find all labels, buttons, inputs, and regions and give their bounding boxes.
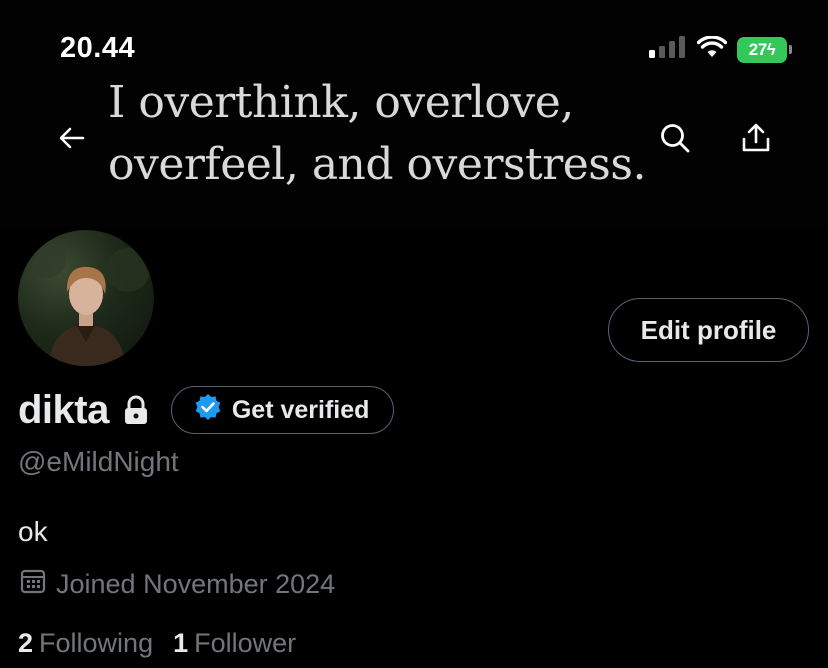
avatar-image: [30, 242, 150, 366]
follow-stats: 2 Following 1 Follower: [18, 628, 296, 659]
profile-handle: @eMildNight: [18, 446, 179, 477]
search-icon: [659, 122, 691, 159]
profile-bio: ok: [18, 516, 48, 547]
name-row: dikta Get verified: [18, 386, 395, 434]
profile-screen: I overthink, overlove, overfeel, and ove…: [0, 0, 828, 668]
arrow-left-icon: [58, 124, 86, 157]
get-verified-label: Get verified: [231, 395, 370, 424]
battery-percent: 27: [748, 39, 767, 59]
lock-icon: [123, 395, 149, 425]
following-count: 2: [18, 628, 34, 658]
get-verified-button[interactable]: Get verified: [170, 386, 395, 434]
share-icon: [741, 122, 771, 159]
following-label: Following: [39, 628, 154, 658]
followers-count: 1: [173, 628, 189, 658]
status-icons: 27 ϟ: [649, 35, 792, 63]
following-link[interactable]: 2 Following: [18, 628, 153, 659]
wifi-icon: [696, 35, 728, 63]
battery-tip: [789, 45, 792, 54]
calendar-icon: [20, 568, 46, 601]
display-name: dikta: [18, 387, 109, 432]
cellular-signal-icon: [649, 36, 687, 63]
battery-level: 27 ϟ: [737, 36, 787, 63]
share-button[interactable]: [732, 116, 780, 164]
edit-profile-button[interactable]: Edit profile: [608, 298, 809, 362]
avatar[interactable]: [14, 226, 158, 370]
back-button[interactable]: [48, 116, 96, 164]
battery-icon: 27 ϟ: [737, 36, 792, 63]
joined-label: Joined November 2024: [56, 569, 336, 599]
charging-bolt-icon: ϟ: [766, 39, 776, 59]
followers-link[interactable]: 1 Follower: [173, 628, 296, 659]
banner-quote: I overthink, overlove, overfeel, and ove…: [108, 77, 646, 190]
verified-badge-icon: [194, 393, 222, 428]
joined-date: Joined November 2024: [20, 568, 335, 601]
search-button[interactable]: [651, 116, 699, 164]
status-time: 20.44: [60, 32, 136, 64]
followers-label: Follower: [194, 628, 297, 658]
